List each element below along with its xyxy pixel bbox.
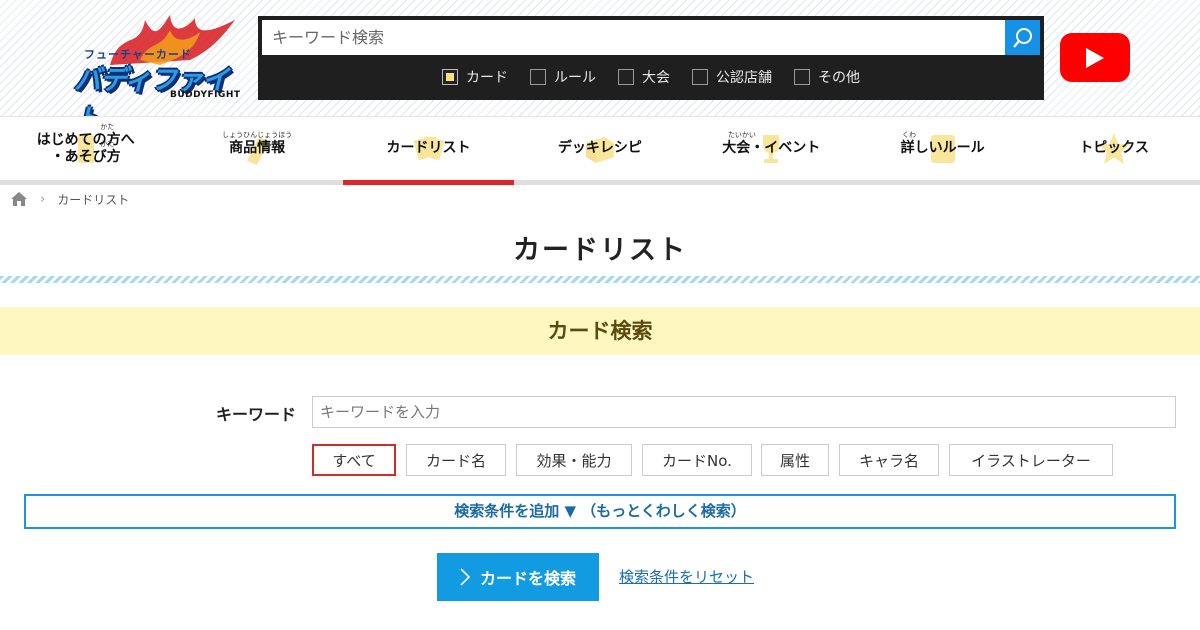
check-tournament-label: 大会 [642,70,670,86]
scope-attribute[interactable]: 属性 [761,444,829,476]
check-other-label: その他 [818,70,860,86]
nav-products-ruby: しょうひんじょうほう [222,131,293,140]
check-tournament[interactable]: 大会 [618,66,670,88]
nav-card-list[interactable]: カードリスト [342,117,515,185]
nav-products-label: 商品情報 [229,140,286,157]
check-card-label: カード [466,70,508,86]
check-official-shop-label: 公認店舗 [716,70,772,86]
site-header: フューチャーカード バディファイト BUDDYFIGHT カード ルール 大会 … [0,0,1200,135]
chevron-right-icon [460,568,470,586]
logo-subtitle: BUDDYFIGHT [170,90,241,100]
nav-deck-recipe[interactable]: デッキレシピ [514,117,685,181]
nav-events-label: 大会・イベント [722,140,821,157]
scope-card-no[interactable]: カードNo. [642,444,752,476]
nav-card-list-label: カードリスト [386,140,471,157]
check-other[interactable]: その他 [794,66,860,88]
nav-beginners-line1: はじめての方へ [36,131,135,148]
page-title: カードリスト [513,235,687,266]
scope-character-name[interactable]: キャラ名 [839,444,939,476]
checkbox-other[interactable] [794,69,810,85]
youtube-play-icon [1086,47,1104,68]
nav-events[interactable]: たいかい 大会・イベント [686,117,857,181]
buddyfight-logo[interactable]: フューチャーカード バディファイト BUDDYFIGHT [70,10,246,135]
global-nav: かた はじめての方へ かた ・あそび方 しょうひんじょうほう 商品情報 カードリスト … [0,116,1200,185]
nav-events-ruby: たいかい [727,131,756,140]
nav-beginners[interactable]: かた はじめての方へ かた ・あそび方 [0,117,171,181]
check-official-shop[interactable]: 公認店舗 [692,66,772,88]
card-search-button[interactable]: カードを検索 [437,553,599,601]
youtube-button[interactable] [1060,33,1130,82]
scope-effect[interactable]: 効果・能力 [516,444,632,476]
breadcrumb-separator: › [40,191,46,207]
site-search-button[interactable] [1005,20,1040,55]
check-rule[interactable]: ルール [530,66,596,88]
nav-beginners-line2: ・あそび方 [50,149,121,165]
section-title: カード検索 [0,307,1200,355]
site-search-input[interactable] [262,20,1005,55]
search-icon [1012,27,1032,48]
check-rule-label: ルール [554,70,596,86]
checkbox-card[interactable] [442,69,458,85]
scope-card-name[interactable]: カード名 [406,444,506,476]
card-search-button-label: カードを検索 [479,569,576,588]
nav-beginners-ruby2: かた [100,140,115,148]
scope-illustrator[interactable]: イラストレーター [949,444,1113,476]
keyword-label: キーワード [216,405,297,424]
search-category-checks: カード ルール 大会 公認店舗 その他 [258,66,1044,88]
home-icon[interactable] [10,191,28,207]
title-divider [0,276,1200,283]
reset-conditions-link[interactable]: 検索条件をリセット [619,566,754,587]
nav-rules-ruby: くわ [902,131,917,140]
nav-bottom-border [0,180,1200,185]
advanced-search-toggle[interactable]: 検索条件を追加 ▼ （もっとくわしく検索） [24,494,1176,529]
nav-products[interactable]: しょうひんじょうほう 商品情報 [171,117,342,181]
nav-rules-label: 詳しいルール [900,140,985,157]
check-card[interactable]: カード [442,66,508,88]
site-search-box: カード ルール 大会 公認店舗 その他 [258,16,1044,100]
breadcrumb-current: カードリスト [57,192,130,207]
scope-all[interactable]: すべて [312,444,396,476]
nav-topics[interactable]: トピックス [1028,117,1199,181]
checkbox-rule[interactable] [530,69,546,85]
checkbox-official-shop[interactable] [692,69,708,85]
nav-rules[interactable]: くわ 詳しいルール [857,117,1028,181]
breadcrumb: › カードリスト [10,190,129,208]
nav-topics-label: トピックス [1079,140,1149,157]
nav-deck-recipe-label: デッキレシピ [557,140,642,157]
checkbox-tournament[interactable] [618,69,634,85]
keyword-input[interactable] [312,396,1176,428]
nav-beginners-ruby1: かた [100,122,115,131]
